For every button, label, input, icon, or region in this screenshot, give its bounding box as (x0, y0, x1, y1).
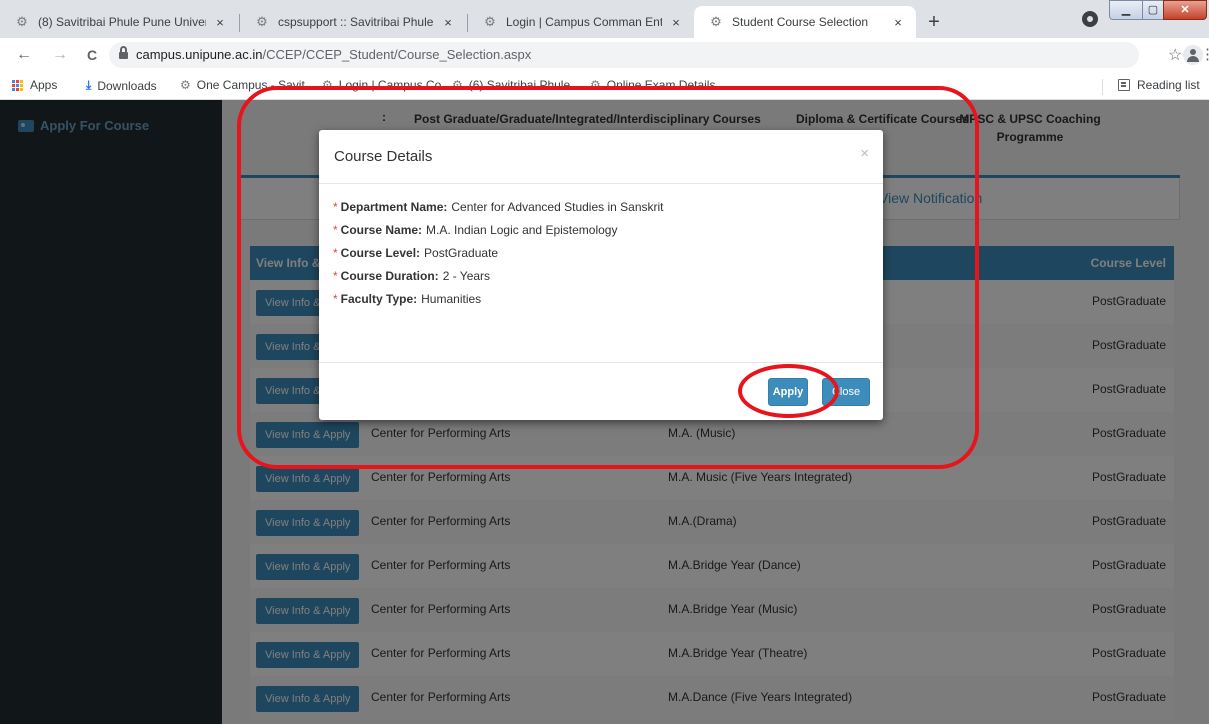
window-maximize-button[interactable]: ▢ (1142, 0, 1164, 20)
browser-tab-active[interactable]: ⚙ Student Course Selection × (694, 6, 916, 38)
university-favicon-icon: ⚙ (452, 78, 463, 92)
university-favicon-icon: ⚙ (710, 14, 722, 29)
modal-title: Course Details (334, 148, 433, 165)
bookmarks-bar: Apps ⤓ Downloads ⚙ One Campus - Savit...… (0, 72, 1209, 100)
browser-tab[interactable]: ⚙ cspsupport :: Savitribai Phule Pur × (240, 6, 466, 38)
university-favicon-icon: ⚙ (16, 14, 28, 29)
bookmark-label: Downloads (97, 78, 157, 93)
tab-close-icon[interactable]: × (440, 15, 456, 30)
required-asterisk: * (333, 269, 338, 283)
modal-footer: Apply Close (319, 362, 883, 420)
chrome-menu-icon[interactable]: ⋮ (1200, 45, 1209, 63)
apply-button[interactable]: Apply (768, 378, 808, 406)
detail-department: * Department Name: Center for Advanced Stu… (333, 200, 863, 223)
bookmark-savitribai[interactable]: ⚙ (6) Savitribai Phule... (452, 78, 580, 92)
required-asterisk: * (333, 223, 338, 237)
university-favicon-icon: ⚙ (590, 78, 601, 92)
tab-close-icon[interactable]: × (212, 15, 228, 30)
url-host: campus.unipune.ac.in (136, 47, 263, 62)
modal-close-icon[interactable]: × (860, 145, 869, 162)
detail-label: Course Level: (340, 246, 421, 260)
forward-arrow-icon[interactable]: → (50, 45, 70, 65)
required-asterisk: * (333, 246, 338, 260)
browser-tab[interactable]: ⚙ Login | Campus Comman Entranc × (468, 6, 694, 38)
bookmark-login-campus[interactable]: ⚙ Login | Campus Co... (322, 78, 451, 92)
lock-icon[interactable] (119, 46, 128, 60)
tab-close-icon[interactable]: × (890, 15, 906, 30)
detail-value: Center for Advanced Studies in Sanskrit (451, 200, 664, 214)
tab-title: (8) Savitribai Phule Pune Universi (38, 15, 206, 29)
reading-list-icon (1118, 79, 1130, 91)
bookmark-online-exam[interactable]: ⚙ Online Exam Details (590, 78, 715, 92)
tab-title: cspsupport :: Savitribai Phule Pur (278, 15, 434, 29)
browser-toolbar: ← → C campus.unipune.ac.in/CCEP/CCEP_Stu… (0, 38, 1209, 72)
chrome-profile-icon[interactable] (1082, 11, 1098, 27)
bookmark-apps[interactable]: Apps (12, 78, 57, 92)
browser-tab[interactable]: ⚙ (8) Savitribai Phule Pune Universi × (0, 6, 238, 38)
bookmarks-separator (1102, 79, 1103, 95)
modal-header: Course Details × (319, 130, 883, 184)
url-text[interactable]: campus.unipune.ac.in/CCEP/CCEP_Student/C… (136, 47, 531, 62)
window-minimize-button[interactable]: ▁ (1109, 0, 1143, 20)
detail-value: PostGraduate (424, 246, 499, 260)
bookmark-label: (6) Savitribai Phule... (468, 78, 581, 92)
address-bar[interactable]: campus.unipune.ac.in/CCEP/CCEP_Student/C… (109, 42, 1139, 68)
detail-course-duration: * Course Duration: 2 - Years (333, 269, 863, 292)
university-favicon-icon: ⚙ (484, 14, 496, 29)
bookmark-label: Online Exam Details (606, 78, 716, 92)
detail-value: Humanities (421, 292, 482, 306)
required-asterisk: * (333, 200, 338, 214)
detail-label: Faculty Type: (340, 292, 418, 306)
university-favicon-icon: ⚙ (322, 78, 333, 92)
bookmark-label: Login | Campus Co... (338, 78, 452, 92)
bookmark-label: Apps (30, 78, 58, 92)
detail-faculty-type: * Faculty Type: Humanities (333, 292, 863, 315)
reload-icon[interactable]: C (82, 45, 102, 65)
url-path: /CCEP/CCEP_Student/Course_Selection.aspx (262, 47, 532, 62)
detail-course-name: * Course Name: M.A. Indian Logic and Epist… (333, 223, 863, 246)
modal-body: * Department Name: Center for Advanced Stu… (333, 200, 863, 315)
tab-close-icon[interactable]: × (668, 15, 684, 30)
back-arrow-icon[interactable]: ← (14, 45, 34, 65)
university-favicon-icon: ⚙ (180, 78, 191, 92)
detail-label: Course Duration: (340, 269, 439, 283)
tab-title: Login | Campus Comman Entranc (506, 15, 662, 29)
detail-value: 2 - Years (442, 269, 491, 283)
detail-label: Course Name: (340, 223, 423, 237)
detail-label: Department Name: (340, 200, 448, 214)
university-favicon-icon: ⚙ (256, 14, 268, 29)
reading-list-label: Reading list (1137, 78, 1200, 92)
apps-grid-icon (12, 79, 23, 91)
detail-value: M.A. Indian Logic and Epistemology (426, 223, 618, 237)
window-close-button[interactable]: ✕ (1163, 0, 1207, 20)
course-details-modal: Course Details × * Department Name: Center… (319, 130, 883, 420)
detail-course-level: * Course Level: PostGraduate (333, 246, 863, 269)
bookmark-downloads[interactable]: ⤓ Downloads (86, 78, 157, 93)
tab-title: Student Course Selection (732, 15, 869, 29)
download-icon: ⤓ (86, 78, 92, 92)
new-tab-button[interactable]: + (921, 10, 947, 36)
bookmark-one-campus[interactable]: ⚙ One Campus - Savit... (180, 78, 315, 92)
required-asterisk: * (333, 292, 338, 306)
bookmark-star-icon[interactable]: ☆ (1168, 45, 1182, 65)
bookmark-label: One Campus - Savit... (196, 78, 315, 92)
browser-tab-bar: ⚙ (8) Savitribai Phule Pune Universi × ⚙… (0, 0, 1209, 38)
close-button[interactable]: Close (822, 378, 870, 406)
reading-list-button[interactable]: Reading list (1118, 78, 1200, 92)
